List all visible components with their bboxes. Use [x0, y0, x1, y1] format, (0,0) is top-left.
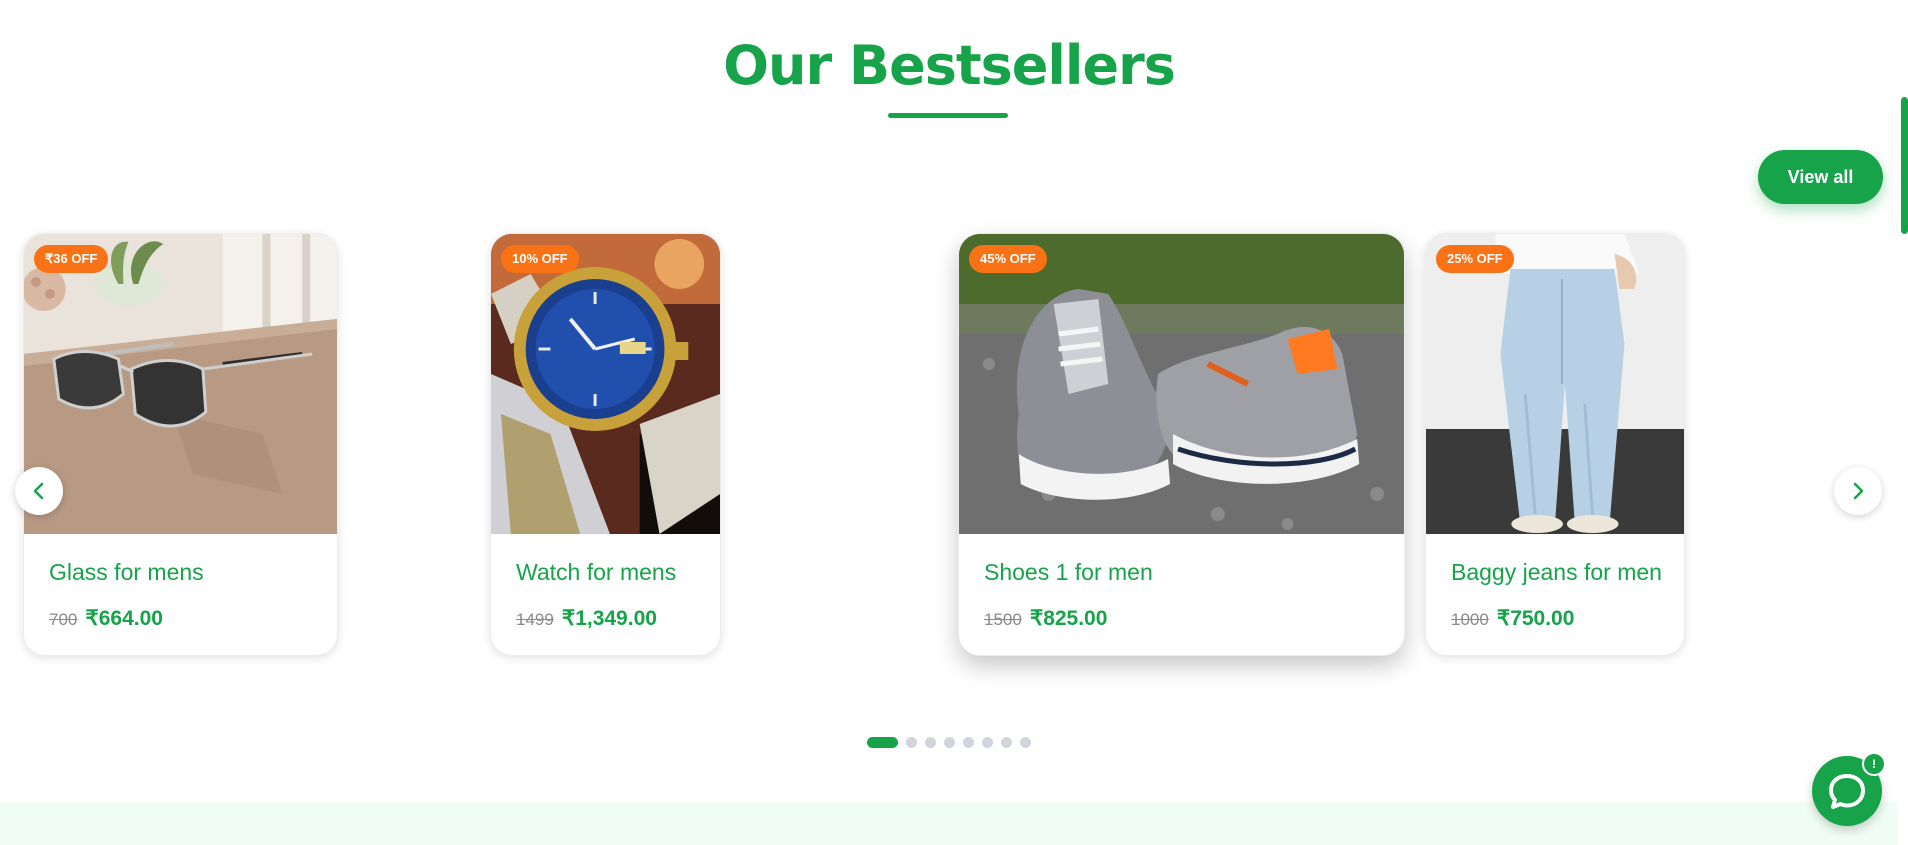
pagination-dot[interactable] — [925, 737, 936, 748]
product-card-watch[interactable]: 10% OFF Watch for mens 1499 ₹1,349.00 — [490, 233, 721, 656]
pagination-dot[interactable] — [1020, 737, 1031, 748]
pagination-dot[interactable] — [944, 737, 955, 748]
discount-badge: ₹36 OFF — [34, 245, 109, 273]
product-image-jeans — [1426, 234, 1684, 534]
next-section-background — [0, 802, 1908, 845]
sale-price: ₹750.00 — [1496, 607, 1575, 630]
chat-bubble-icon — [1829, 774, 1865, 809]
original-price: 1500 — [984, 610, 1022, 629]
product-card-glasses[interactable]: ₹36 OFF Glass for mens 700 ₹664.00 — [23, 233, 338, 656]
pagination-dot[interactable] — [867, 737, 898, 748]
carousel-next-button[interactable] — [1834, 467, 1882, 515]
product-price: 700 ₹664.00 — [49, 606, 163, 631]
product-price: 1000 ₹750.00 — [1451, 606, 1574, 631]
carousel-pagination — [0, 737, 1898, 748]
original-price: 1499 — [516, 610, 554, 629]
carousel-prev-button[interactable] — [15, 467, 63, 515]
discount-badge: 25% OFF — [1436, 245, 1514, 273]
product-card-shoes[interactable]: 45% OFF Shoes 1 for men 1500 ₹825.00 — [958, 233, 1405, 656]
discount-badge: 45% OFF — [969, 245, 1047, 273]
chevron-right-icon — [1853, 482, 1864, 500]
product-image-glasses — [24, 234, 337, 534]
notification-badge: ! — [1862, 752, 1886, 776]
chevron-left-icon — [33, 482, 44, 500]
product-name[interactable]: Watch for mens — [516, 559, 676, 586]
scrollbar-thumb[interactable] — [1901, 97, 1908, 234]
pagination-dot[interactable] — [906, 737, 917, 748]
product-name[interactable]: Baggy jeans for men — [1451, 559, 1662, 586]
product-image-shoes — [959, 234, 1404, 534]
pagination-dot[interactable] — [963, 737, 974, 748]
product-name[interactable]: Glass for mens — [49, 559, 204, 586]
product-name[interactable]: Shoes 1 for men — [984, 559, 1153, 586]
chat-button[interactable]: ! — [1812, 752, 1886, 826]
sale-price: ₹1,349.00 — [561, 607, 657, 630]
pagination-dot[interactable] — [982, 737, 993, 748]
pagination-dot[interactable] — [1001, 737, 1012, 748]
sale-price: ₹664.00 — [85, 607, 163, 630]
section-title: Our Bestsellers — [723, 34, 1176, 97]
product-image-watch — [491, 234, 720, 534]
product-price: 1499 ₹1,349.00 — [516, 606, 657, 631]
original-price: 700 — [49, 610, 78, 629]
original-price: 1000 — [1451, 610, 1489, 629]
discount-badge: 10% OFF — [501, 245, 579, 273]
view-all-button[interactable]: View all — [1758, 150, 1883, 204]
title-underline — [888, 113, 1008, 118]
sale-price: ₹825.00 — [1029, 607, 1108, 630]
product-card-jeans[interactable]: 25% OFF Baggy jeans for men 1000 ₹750.00 — [1425, 233, 1685, 656]
product-price: 1500 ₹825.00 — [984, 606, 1107, 631]
